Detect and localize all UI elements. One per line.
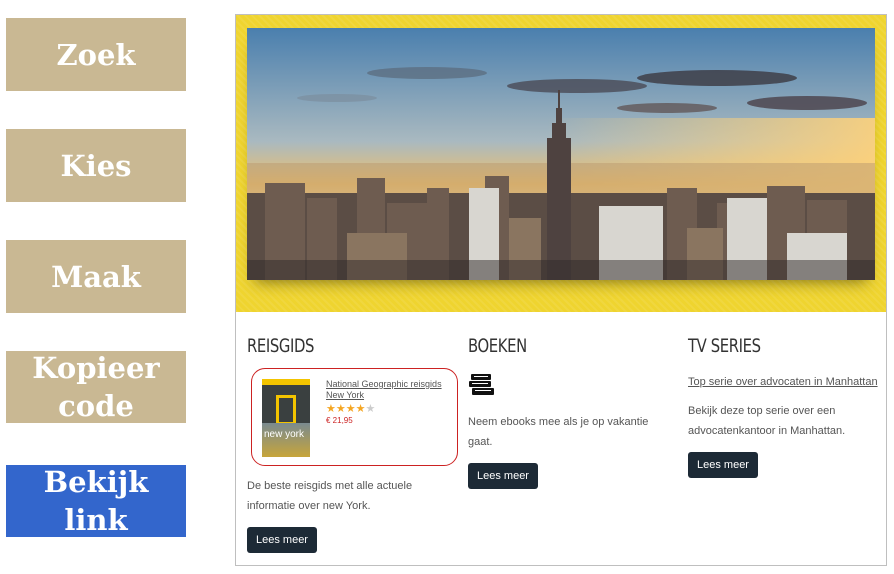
tv-series-link[interactable]: Top serie over advocaten in Manhattan (688, 372, 886, 392)
tv-series-text-line: Bekijk deze top serie over een (688, 405, 836, 417)
reisgids-title: REISGIDS (247, 335, 314, 357)
reisgids-text-line: informatie over new York. (247, 500, 371, 512)
tv-series-text-line: advocatenkantoor in Manhattan. (688, 425, 846, 437)
hero-band (236, 15, 886, 312)
step-bekijk-link-button[interactable]: Bekijk link (6, 465, 186, 537)
step-label: Bekijk link (43, 465, 149, 537)
book-cover-title: new york (264, 429, 305, 440)
book-cover-image: new york (262, 379, 310, 457)
step-maak-button[interactable]: Maak (6, 240, 186, 313)
product-price: € 21,95 (326, 416, 353, 425)
star-filled-icon: ★ (326, 402, 336, 415)
step-label: Maak (51, 259, 141, 294)
boeken-lees-meer-button[interactable]: Lees meer (468, 463, 538, 489)
boeken-text-line: Neem ebooks mee als je op vakantie gaat. (468, 416, 649, 448)
boeken-title: BOEKEN (468, 335, 527, 357)
product-card: new york National Geographic reisgids Ne… (251, 368, 458, 466)
step-kies-button[interactable]: Kies (6, 129, 186, 202)
star-filled-icon: ★ (345, 402, 356, 415)
tv-series-lees-meer-button[interactable]: Lees meer (688, 452, 758, 478)
national-geographic-logo (276, 395, 296, 425)
step-zoek-button[interactable]: Zoek (6, 18, 186, 91)
star-filled-icon: ★ (335, 402, 346, 415)
tv-series-title: TV SERIES (688, 335, 761, 357)
star-filled-icon: ★ (355, 402, 366, 415)
star-empty-icon: ★ (365, 402, 376, 415)
reisgids-column: REISGIDS (247, 333, 447, 359)
new-york-skyline-image (247, 28, 875, 280)
site-preview: REISGIDS new york National Geographic re… (235, 14, 887, 566)
reisgids-text-line: De beste reisgids met alle actuele (247, 480, 413, 492)
reisgids-lees-meer-button[interactable]: Lees meer (247, 527, 317, 553)
books-icon (468, 372, 668, 400)
step-label: Kies (60, 148, 132, 183)
step-label: Kopieer code (32, 351, 160, 423)
star-rating: ★★★★★ (326, 402, 375, 415)
tv-series-column: TV SERIES Top serie over advocaten in Ma… (688, 333, 886, 478)
step-label: Zoek (56, 37, 136, 72)
product-link[interactable]: National Geographic reisgids New York (326, 379, 454, 401)
step-kopieer-code-button[interactable]: Kopieer code (6, 351, 186, 423)
reisgids-body: De beste reisgids met alle actuele infor… (247, 476, 447, 553)
boeken-column: BOEKEN Neem ebooks mee als je op vakanti… (468, 333, 668, 489)
